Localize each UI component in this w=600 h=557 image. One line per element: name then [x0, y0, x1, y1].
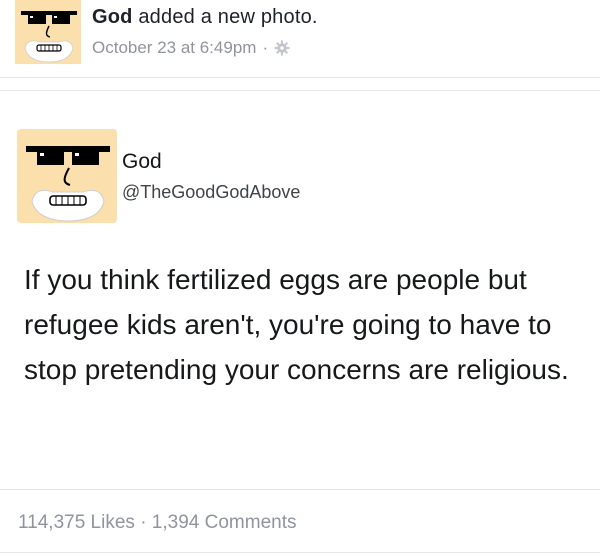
tweet-text: If you think fertilized eggs are people …	[24, 264, 569, 385]
post-author-line: God added a new photo.	[92, 6, 318, 29]
avatar[interactable]	[15, 0, 81, 64]
header-divider	[0, 77, 600, 78]
facebook-post: God added a new photo. October 23 at 6:4…	[0, 0, 600, 557]
post-header: God added a new photo. October 23 at 6:4…	[0, 0, 600, 80]
likes-count[interactable]: 114,375 Likes	[18, 512, 135, 533]
post-photo[interactable]: God @TheGoodGodAbove If you think fertil…	[0, 90, 600, 490]
footer-divider	[0, 552, 600, 553]
post-meta: October 23 at 6:49pm ·	[92, 38, 290, 58]
meta-separator: ·	[262, 38, 269, 57]
post-author-link[interactable]: God	[92, 6, 133, 28]
post-stats: 114,375 Likes · 1,394 Comments	[18, 512, 296, 534]
comments-count[interactable]: 1,394 Comments	[152, 512, 297, 533]
tweet-handle: @TheGoodGodAbove	[122, 182, 301, 202]
post-action: added a new photo.	[138, 6, 318, 28]
tweet-avatar	[17, 129, 117, 223]
post-timestamp[interactable]: October 23 at 6:49pm	[92, 38, 256, 58]
tweet-display-name: God	[122, 150, 162, 173]
stats-separator: ·	[140, 512, 147, 533]
gear-icon[interactable]	[274, 40, 290, 56]
